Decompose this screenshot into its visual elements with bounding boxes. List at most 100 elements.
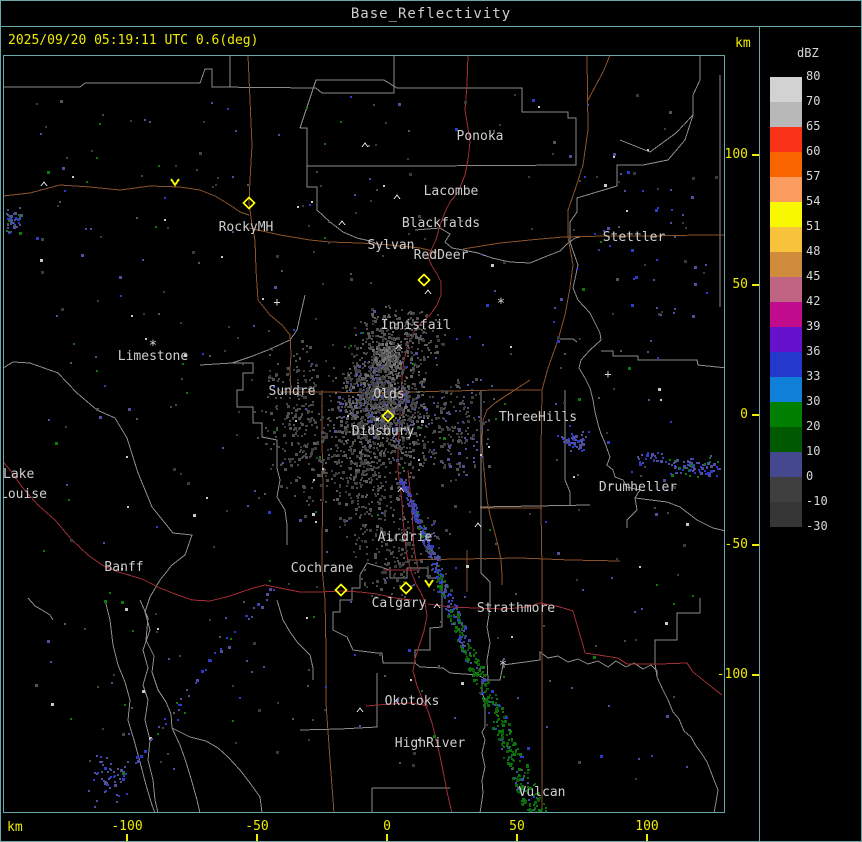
marker-layer: ***++ [41,143,612,712]
county-boundary-line [415,652,718,812]
echo-cluster [557,431,590,452]
y-axis-tick-label: -50 [706,537,748,552]
y-axis-tick-label: 0 [706,407,748,422]
page-title: Base_Reflectivity [351,6,511,22]
scale-color-box [770,102,802,127]
scale-value-label: 51 [806,219,852,234]
city-label-strathmore: Strathmore [477,601,555,616]
city-label-calgary: Calgary [372,596,427,611]
y-axis-tick-label: 100 [706,147,748,162]
scale-value-label: 33 [806,369,852,384]
city-label-olds: Olds [373,387,404,402]
caret-marker [41,182,47,186]
x-axis-tick-mark [256,834,258,841]
echo-cluster [637,452,667,466]
x-axis-tick-label: 50 [487,819,547,834]
precip-band [399,478,547,812]
caret-marker [394,195,400,199]
county-boundary-line [307,166,380,245]
x-axis-tick-label: -50 [227,819,287,834]
scale-color-box [770,327,802,352]
scale-color-box [770,177,802,202]
city-label-drumheller: Drumheller [599,480,677,495]
echo-cluster [6,207,23,235]
radar-site-diamond-marker [419,275,430,286]
scale-color-box [770,377,802,402]
y-axis-tick-label: -100 [706,667,748,682]
scale-color-box [770,427,802,452]
city-label-threehills: ThreeHills [499,410,577,425]
scale-color-box [770,477,802,502]
county-boundary-line [620,115,693,152]
x-axis-unit-label: km [7,820,23,835]
county-boundary-line [4,362,192,812]
asterisk-marker: * [497,296,505,312]
caret-marker [425,290,431,294]
scale-value-label: 57 [806,169,852,184]
x-axis-tick-mark [386,834,388,841]
radar-map[interactable]: ***++PonokaLacombeBlackfaldsSylvanRedDee… [3,55,725,813]
echo-layer [6,94,721,812]
radar-site-diamond-marker [401,583,412,594]
caret-marker [362,143,368,147]
y-axis-tick-label: 50 [706,277,748,292]
caret-marker [357,708,363,712]
scale-color-box [770,502,802,527]
x-axis-tick-mark [516,834,518,841]
x-axis-tick-label: -100 [97,819,157,834]
city-label-okotoks: Okotoks [385,694,440,709]
x-axis-tick-label: 100 [617,819,677,834]
scale-value-label: -30 [806,519,852,534]
county-boundary-line [28,598,53,620]
radar-site-diamond-marker [336,585,347,596]
scale-value-label: 48 [806,244,852,259]
city-label-innisfail: Innisfail [381,318,451,333]
county-boundary-line [277,600,313,680]
y-axis-tick-mark [752,154,759,156]
road-line [463,235,724,249]
caret-marker [475,523,481,527]
scale-value-label: 80 [806,69,852,84]
vee-marker [425,580,433,586]
scale-color-box [770,202,802,227]
y-axis-tick-mark [752,284,759,286]
echo-cluster [261,340,340,497]
highway-line [428,603,722,695]
scale-color-box [770,302,802,327]
scale-color-box [770,77,802,102]
county-boundary-line [172,728,262,812]
scale-value-label: 0 [806,469,852,484]
city-label-sundre: Sundre [269,384,316,399]
county-boundary-line [601,351,724,368]
city-label-airdrie: Airdrie [378,530,433,545]
vee-marker [171,179,179,185]
panel-divider [759,27,760,842]
y-axis-unit-label: km [735,36,751,51]
x-axis-tick-mark [646,834,648,841]
plus-marker: + [273,295,280,309]
x-axis-tick-mark [126,834,128,841]
scale-color-box [770,152,802,177]
city-label-louise: Louise [4,487,47,502]
y-axis-tick-mark [752,674,759,676]
road-line [587,56,610,102]
county-boundary-line [655,598,700,677]
city-label-lake: Lake [4,467,34,482]
city-label-stettler: Stettler [603,230,666,245]
asterisk-marker: * [499,658,507,674]
scale-color-box [770,277,802,302]
city-label-banff: Banff [104,560,143,575]
road-line [4,185,249,215]
caret-marker [339,221,345,225]
city-label-lacombe: Lacombe [424,184,479,199]
scale-value-label: 10 [806,444,852,459]
radar-map-canvas[interactable]: ***++PonokaLacombeBlackfaldsSylvanRedDee… [4,56,724,812]
county-boundary-line [570,56,700,528]
scale-value-label: 54 [806,194,852,209]
scale-color-box [770,402,802,427]
x-axis-tick-label: 0 [357,819,417,834]
precip-band [94,588,275,808]
scale-value-label: 30 [806,394,852,409]
city-label-highriver: HighRiver [395,736,466,751]
city-label-vulcan: Vulcan [519,785,566,800]
